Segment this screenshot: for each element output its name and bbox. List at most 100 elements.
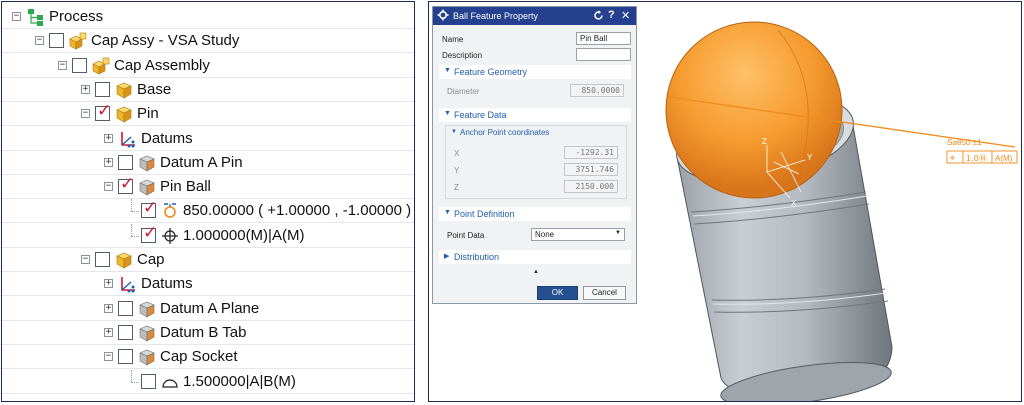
point-data-select[interactable]: None ▼ — [531, 228, 625, 241]
expand-node-icon[interactable]: + — [81, 84, 90, 94]
part-icon — [114, 80, 134, 100]
tree-row[interactable]: ✓ 850.00000 ( +1.00000 , -1.00000 ) — [2, 198, 414, 224]
x-label: X — [454, 149, 460, 158]
checkbox-unchecked[interactable] — [118, 324, 133, 340]
collapse-arrow-icon: ▼ — [444, 209, 451, 216]
tree-row[interactable]: + Datums — [2, 127, 414, 151]
tree-row[interactable]: − Cap Assembly — [2, 54, 414, 78]
tree-row[interactable]: − Cap Assy - VSA Study — [2, 29, 414, 54]
tree-row[interactable]: ✓ 1.000000(M)|A(M) — [2, 223, 414, 248]
tree-node-label: Datum B Tab — [160, 323, 247, 341]
tree-row[interactable]: + Base — [2, 78, 414, 102]
size-annotation-text: S⌀850 ±1 — [947, 138, 982, 147]
anchor-point-subheader[interactable]: ▼ Anchor Point coordinates — [447, 128, 625, 140]
assembly-icon — [91, 56, 111, 76]
tree-node-label: Pin — [137, 105, 159, 123]
triad-x-label: X — [791, 199, 797, 208]
expand-node-icon[interactable]: + — [104, 303, 113, 313]
tree-connector-line — [131, 381, 139, 383]
close-icon[interactable]: ✕ — [621, 9, 630, 22]
checkbox-unchecked[interactable] — [141, 373, 156, 389]
feature-tree-panel: − Process − Cap Assy - VSA Study − Cap Assemb… — [1, 1, 415, 402]
feature-icon — [137, 299, 157, 319]
process-icon — [26, 7, 46, 27]
feature-icon — [137, 153, 157, 173]
tree-connector-line — [131, 199, 132, 212]
ok-button[interactable]: OK — [537, 286, 578, 300]
tree-node-label: Datum A Plane — [160, 299, 260, 317]
triad-y-label: Y — [807, 153, 813, 162]
tree-node-label: Datums — [141, 275, 193, 293]
ball-feature-property-dialog: Ball Feature Property ? ✕ Name Pin Ball … — [432, 6, 637, 304]
collapse-arrow-icon: ▼ — [451, 129, 457, 135]
collapse-node-icon[interactable]: − — [104, 352, 113, 362]
checkmark-icon: ✓ — [120, 174, 135, 195]
help-icon[interactable]: ? — [608, 9, 615, 21]
checkbox-checked[interactable]: ✓ — [141, 198, 158, 219]
expand-node-icon[interactable]: + — [104, 327, 113, 337]
tree-row[interactable]: − ✓ Pin — [2, 101, 414, 127]
description-field[interactable] — [576, 48, 631, 61]
checkbox-unchecked[interactable] — [95, 81, 110, 97]
expand-node-icon[interactable]: + — [104, 157, 113, 167]
tree-connector-line — [131, 223, 132, 236]
diameter-field: 850.0000 — [570, 84, 624, 97]
tree-row[interactable]: + Datums — [2, 272, 414, 297]
cancel-button[interactable]: Cancel — [583, 286, 626, 300]
checkbox-unchecked[interactable] — [49, 33, 64, 49]
tree-node-label: Cap Assy - VSA Study — [91, 32, 240, 50]
tree-node-label: 1.500000|A|B(M) — [183, 372, 296, 390]
tree-row[interactable]: − Cap Socket — [2, 345, 414, 370]
feature-data-section-header[interactable]: ▼ Feature Data — [439, 108, 631, 122]
dialog-title-bar[interactable]: Ball Feature Property ? ✕ — [433, 7, 636, 25]
tolerance-value-text: 1.0Ⓜ — [966, 154, 987, 163]
reset-icon[interactable] — [593, 10, 604, 24]
tree-row[interactable]: − Cap — [2, 248, 414, 272]
size-tolerance-icon — [160, 201, 180, 221]
point-definition-section-header[interactable]: ▼ Point Definition — [439, 207, 631, 221]
tree-node-label: Cap — [137, 251, 165, 268]
tree-row[interactable]: − Process — [2, 5, 414, 29]
collapse-node-icon[interactable]: − — [58, 60, 67, 70]
collapse-node-icon[interactable]: − — [81, 255, 90, 264]
feature-geometry-section-header[interactable]: ▼ Feature Geometry — [439, 65, 631, 79]
collapse-node-icon[interactable]: − — [81, 109, 90, 119]
tree-node-label: 1.000000(M)|A(M) — [183, 226, 305, 244]
y-label: Y — [454, 166, 460, 175]
tree-row[interactable]: + Datum A Plane — [2, 297, 414, 321]
tree-row[interactable]: 1.500000|A|B(M) — [2, 369, 414, 394]
tree-row[interactable]: + Datum A Pin — [2, 151, 414, 175]
collapse-node-icon[interactable]: − — [12, 12, 21, 21]
tree-connector-line — [131, 369, 132, 382]
dialog-title: Ball Feature Property — [453, 11, 539, 21]
z-label: Z — [454, 183, 459, 192]
collapse-node-icon[interactable]: − — [35, 36, 44, 46]
expand-node-icon[interactable]: + — [104, 279, 113, 289]
distribution-section-header[interactable]: ▶ Distribution — [439, 250, 631, 264]
checkbox-checked[interactable]: ✓ — [141, 224, 157, 243]
collapse-arrow-icon: ▼ — [444, 110, 451, 117]
tree-node-label: Cap Socket — [160, 348, 238, 366]
collapse-up-icon[interactable]: ▲ — [533, 269, 539, 275]
tree-row[interactable]: − ✓ Pin Ball — [2, 174, 414, 200]
position-tolerance-icon — [160, 226, 180, 246]
checkmark-icon: ✓ — [97, 101, 112, 122]
gear-icon[interactable] — [437, 9, 449, 24]
checkmark-icon: ✓ — [143, 198, 158, 219]
checkbox-unchecked[interactable] — [95, 252, 110, 267]
name-field[interactable]: Pin Ball — [576, 32, 631, 45]
checkbox-unchecked[interactable] — [118, 349, 133, 365]
feature-icon — [137, 177, 157, 197]
checkbox-checked[interactable]: ✓ — [118, 174, 135, 195]
z-coordinate-field: 2150.000 — [564, 180, 618, 193]
checkbox-checked[interactable]: ✓ — [95, 101, 112, 122]
checkbox-unchecked[interactable] — [118, 154, 133, 170]
checkbox-unchecked[interactable] — [118, 300, 133, 316]
pin-ball[interactable] — [665, 21, 843, 199]
triad-z-label: Z — [762, 137, 767, 146]
expand-node-icon[interactable]: + — [104, 133, 113, 143]
part-icon — [114, 250, 134, 270]
tree-row[interactable]: + Datum B Tab — [2, 321, 414, 345]
checkbox-unchecked[interactable] — [72, 57, 87, 73]
collapse-node-icon[interactable]: − — [104, 182, 113, 192]
